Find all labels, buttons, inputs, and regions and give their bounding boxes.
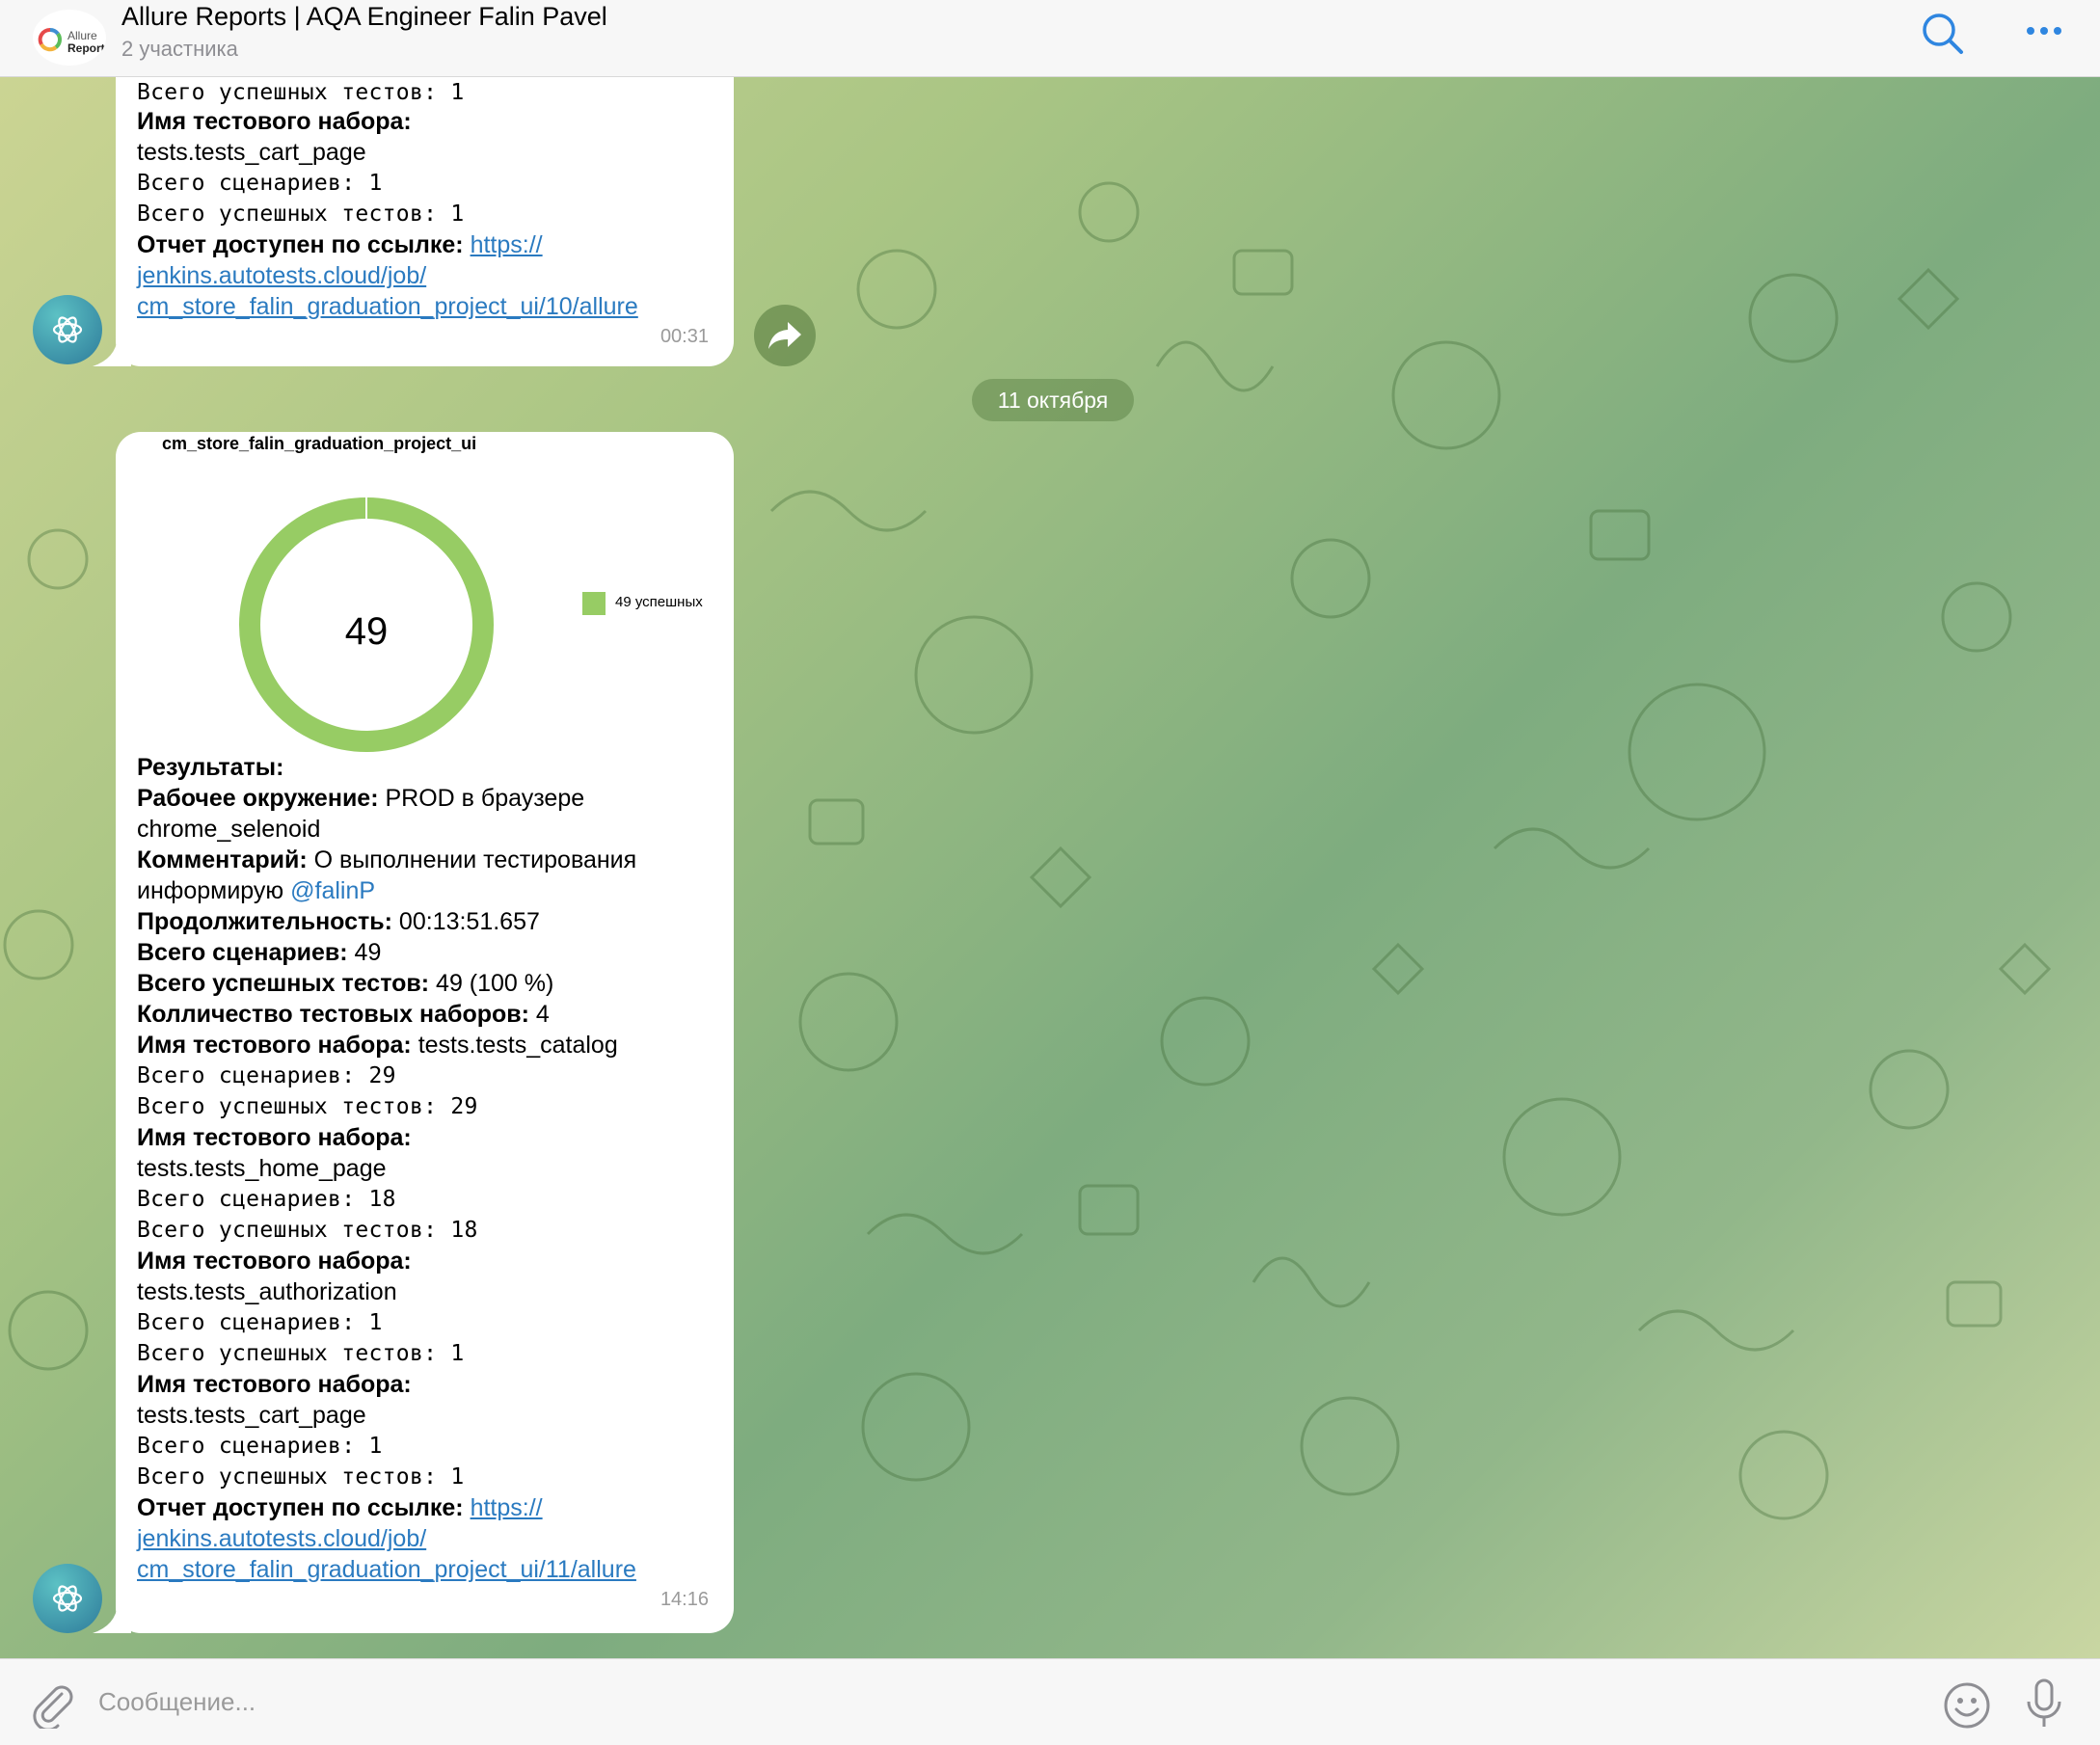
chat-header: Allure Report Allure Reports | AQA Engin… <box>0 0 2100 77</box>
message-text: Всего сценариев: 1 <box>137 171 383 196</box>
message-line: Всего сценариев: 49 <box>137 937 381 968</box>
message-label: Имя тестового набора: <box>137 1124 412 1151</box>
message-text: Всего сценариев: 29 <box>137 1063 396 1088</box>
bot-avatar[interactable] <box>33 295 102 364</box>
message-text: Всего сценариев: 1 <box>137 1310 383 1335</box>
message-line: Комментарий: О выполнении тестирования <box>137 845 636 875</box>
message-label: Продолжительность: <box>137 908 392 935</box>
chat-members-count: 2 участника <box>121 37 238 61</box>
search-icon <box>1923 13 1963 54</box>
message-line: Всего успешных тестов: 49 (100 %) <box>137 968 553 999</box>
message-line: Колличество тестовых наборов: 4 <box>137 999 550 1030</box>
report-link[interactable]: jenkins.autotests.cloud/job/ <box>137 1523 426 1554</box>
message-text: Всего сценариев: 18 <box>137 1187 396 1212</box>
allure-logo-icon <box>38 28 62 52</box>
message-bubble[interactable]: cm_store_falin_graduation_project_ui 49 … <box>116 432 734 1633</box>
message-text: 4 <box>535 1001 550 1028</box>
message-label: Имя тестового набора: <box>137 1248 412 1275</box>
emoji-icon <box>1944 1682 1990 1729</box>
message-label: Всего сценариев: <box>137 939 348 966</box>
bot-avatar[interactable] <box>33 1564 102 1633</box>
message-text: информирую <box>137 877 284 904</box>
chart-title: cm_store_falin_graduation_project_ui <box>162 434 477 453</box>
message-label: Колличество тестовых наборов: <box>137 1001 529 1028</box>
more-icon <box>2027 27 2061 35</box>
message-label: Отчет доступен по ссылке: <box>137 1494 464 1521</box>
forward-icon <box>768 322 801 349</box>
message-text: Всего успешных тестов: 1 <box>137 1464 465 1490</box>
message-label: Имя тестового набора: <box>137 108 412 135</box>
microphone-icon <box>2027 1678 2061 1727</box>
report-link[interactable]: https:// <box>471 231 543 258</box>
message-line: Имя тестового набора: tests.tests_catalo… <box>137 1030 618 1060</box>
report-link[interactable]: jenkins.autotests.cloud/job/ <box>137 260 426 291</box>
openai-logo-icon <box>52 316 83 343</box>
message-time: 14:16 <box>660 1589 709 1610</box>
message-bubble[interactable]: Всего успешных тестов: 1 Имя тестового н… <box>116 77 734 366</box>
message-text: 49 (100 %) <box>436 970 554 997</box>
microphone-button[interactable] <box>2023 1677 2065 1731</box>
message-text: Всего сценариев: 1 <box>137 1434 383 1459</box>
forward-button[interactable] <box>754 305 816 366</box>
message-text: tests.tests_home_page <box>137 1155 387 1182</box>
date-separator: 11 октября <box>972 379 1134 421</box>
chat-area[interactable]: Всего успешных тестов: 1 Имя тестового н… <box>0 77 2100 1658</box>
emoji-button[interactable] <box>1942 1680 1992 1731</box>
report-link[interactable]: cm_store_falin_graduation_project_ui/10/… <box>137 291 638 322</box>
more-button[interactable] <box>2021 15 2069 54</box>
paperclip-icon <box>33 1685 73 1732</box>
message-text: tests.tests_catalog <box>417 1032 618 1059</box>
chart-legend-label: 49 успешных <box>615 594 703 610</box>
message-text: tests.tests_cart_page <box>137 139 366 166</box>
chart-center-value: 49 <box>345 610 389 653</box>
message-label: Отчет доступен по ссылке: <box>137 231 464 258</box>
message-text: tests.tests_cart_page <box>137 1402 366 1429</box>
message-composer <box>0 1658 2100 1745</box>
attach-button[interactable] <box>29 1680 77 1732</box>
message-text: Всего успешных тестов: 29 <box>137 1094 478 1119</box>
report-link-line: Отчет доступен по ссылке: https:// <box>137 1492 543 1523</box>
message-label: Комментарий: <box>137 846 308 873</box>
message-label: Имя тестового набора: <box>137 1032 412 1059</box>
message-text: 49 <box>354 939 382 966</box>
message-line: Продолжительность: 00:13:51.657 <box>137 906 540 937</box>
message-time: 00:31 <box>660 326 709 347</box>
message-text: chrome_selenoid <box>137 816 321 843</box>
pie-chart: 49 <box>239 497 494 752</box>
message-label: Имя тестового набора: <box>137 1371 412 1398</box>
message-text: 00:13:51.657 <box>398 908 540 935</box>
logo-text: Allure <box>67 29 97 42</box>
report-link[interactable]: https:// <box>471 1494 543 1521</box>
message-line: информирую @falinP <box>137 875 375 906</box>
logo-text: Report <box>67 41 105 55</box>
message-text: Всего успешных тестов: 1 <box>137 80 465 105</box>
chart-legend-swatch <box>582 592 606 615</box>
chat-avatar-logo[interactable]: Allure Report <box>33 10 106 66</box>
message-label: Всего успешных тестов: <box>137 970 430 997</box>
message-text: Всего успешных тестов: 1 <box>137 201 465 227</box>
user-mention[interactable]: @falinP <box>290 877 375 904</box>
message-text: Всего успешных тестов: 18 <box>137 1218 478 1243</box>
message-text: tests.tests_authorization <box>137 1278 397 1305</box>
message-text: Всего успешных тестов: 1 <box>137 1341 465 1366</box>
message-label: Рабочее окружение: <box>137 785 379 812</box>
chat-title[interactable]: Allure Reports | AQA Engineer Falin Pave… <box>121 2 607 32</box>
search-button[interactable] <box>1919 10 1967 58</box>
report-link[interactable]: cm_store_falin_graduation_project_ui/11/… <box>137 1554 636 1585</box>
message-text: О выполнении тестирования <box>313 846 637 873</box>
message-label: Результаты: <box>137 754 284 781</box>
message-input[interactable] <box>96 1677 1913 1727</box>
openai-logo-icon <box>52 1585 83 1612</box>
report-link-line: Отчет доступен по ссылке: https:// <box>137 229 543 260</box>
message-line: Рабочее окружение: PROD в браузере <box>137 783 584 814</box>
message-text: PROD в браузере <box>385 785 585 812</box>
